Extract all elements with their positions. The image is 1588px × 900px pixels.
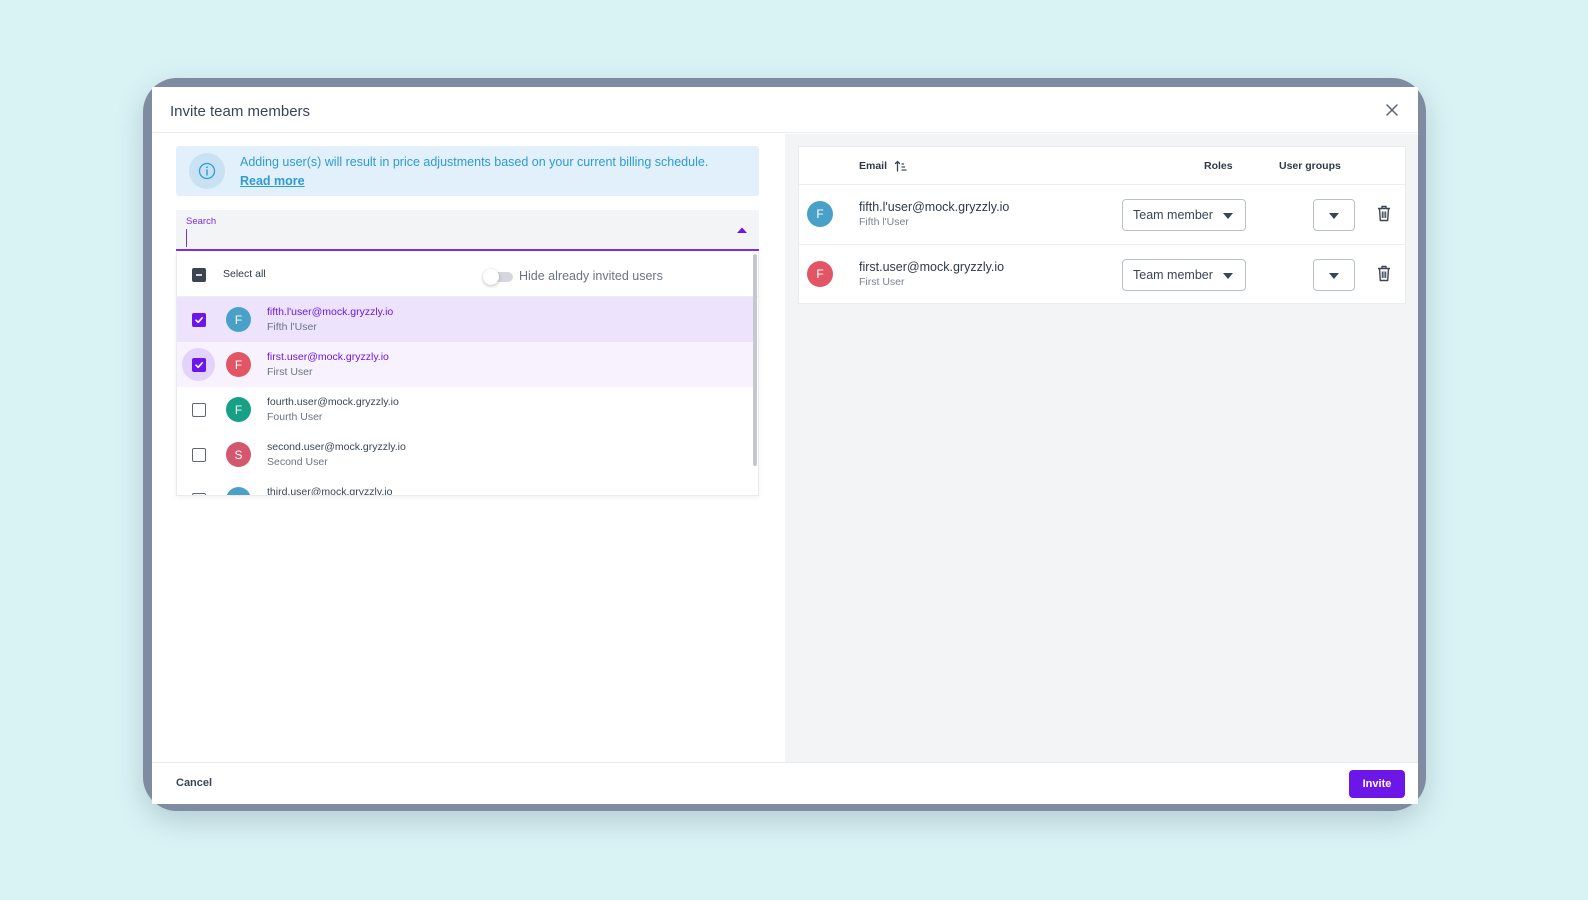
user-list-dropdown: Select all Hide already invited users F … bbox=[176, 252, 759, 496]
close-icon bbox=[1386, 104, 1398, 116]
trash-icon[interactable] bbox=[1377, 205, 1391, 222]
roles-column-header: Roles bbox=[1204, 160, 1233, 172]
dialog-header: Invite team members bbox=[152, 87, 1418, 133]
avatar: F bbox=[807, 201, 833, 227]
role-select[interactable]: Team member bbox=[1122, 199, 1246, 231]
user-checkbox[interactable] bbox=[192, 403, 206, 417]
chevron-up-icon[interactable] bbox=[735, 224, 749, 236]
user-name: Fourth User bbox=[267, 411, 323, 423]
user-email: fourth.user@mock.gryzzly.io bbox=[267, 396, 399, 408]
table-row: F fifth.l'user@mock.gryzzly.io Fifth l'U… bbox=[799, 185, 1405, 245]
user-email: fifth.l'user@mock.gryzzly.io bbox=[267, 306, 394, 318]
invite-dialog: Invite team members Adding user(s) will … bbox=[152, 87, 1418, 804]
user-name: Second User bbox=[267, 456, 328, 468]
user-checkbox[interactable] bbox=[192, 448, 206, 462]
user-checkbox[interactable] bbox=[192, 358, 206, 372]
list-scrollbar[interactable] bbox=[753, 254, 757, 466]
list-item[interactable]: F first.user@mock.gryzzly.io First User bbox=[177, 342, 754, 387]
invite-summary-pane: Email Roles User groups F fifth.l'user@m… bbox=[785, 134, 1418, 762]
user-name: First User bbox=[267, 366, 313, 378]
list-item[interactable]: F fifth.l'user@mock.gryzzly.io Fifth l'U… bbox=[177, 297, 754, 342]
invitee-name: Fifth l'User bbox=[859, 216, 909, 228]
avatar: F bbox=[807, 261, 833, 287]
user-groups-column-header: User groups bbox=[1279, 160, 1341, 172]
billing-info-banner: Adding user(s) will result in price adju… bbox=[176, 146, 759, 196]
user-group-select[interactable] bbox=[1313, 259, 1355, 291]
caret-down-icon bbox=[1329, 213, 1339, 219]
cancel-button[interactable]: Cancel bbox=[176, 777, 212, 789]
user-email: first.user@mock.gryzzly.io bbox=[267, 351, 389, 363]
hide-invited-label: Hide already invited users bbox=[519, 269, 663, 283]
avatar: F bbox=[226, 352, 251, 377]
role-select[interactable]: Team member bbox=[1122, 259, 1246, 291]
toggle-knob bbox=[483, 269, 499, 285]
search-field[interactable]: Search bbox=[176, 210, 759, 251]
list-item[interactable]: F fourth.user@mock.gryzzly.io Fourth Use… bbox=[177, 387, 754, 432]
list-item[interactable]: T third.user@mock.gryzzly.io bbox=[177, 477, 754, 496]
list-item[interactable]: S second.user@mock.gryzzly.io Second Use… bbox=[177, 432, 754, 477]
avatar: S bbox=[226, 442, 251, 467]
close-button[interactable] bbox=[1382, 100, 1402, 120]
sort-ascending-icon[interactable] bbox=[894, 159, 908, 173]
avatar: F bbox=[226, 307, 251, 332]
user-name: Fifth l'User bbox=[267, 321, 317, 333]
search-label: Search bbox=[186, 216, 217, 227]
hide-invited-toggle[interactable] bbox=[483, 269, 513, 285]
search-input[interactable] bbox=[186, 229, 706, 247]
user-group-select[interactable] bbox=[1313, 199, 1355, 231]
select-all-row: Select all Hide already invited users bbox=[177, 252, 758, 297]
select-all-checkbox[interactable] bbox=[192, 268, 206, 282]
invite-button[interactable]: Invite bbox=[1349, 770, 1405, 798]
user-email: third.user@mock.gryzzly.io bbox=[267, 486, 393, 496]
avatar: T bbox=[226, 487, 251, 495]
read-more-link[interactable]: Read more bbox=[240, 174, 305, 188]
invitees-table: Email Roles User groups F fifth.l'user@m… bbox=[798, 146, 1406, 304]
invitee-email: fifth.l'user@mock.gryzzly.io bbox=[859, 200, 1010, 214]
user-picker-pane: Adding user(s) will result in price adju… bbox=[152, 134, 785, 762]
table-header: Email Roles User groups bbox=[799, 147, 1405, 185]
role-value: Team member bbox=[1133, 208, 1213, 222]
caret-down-icon bbox=[1223, 273, 1233, 279]
user-checkbox[interactable] bbox=[192, 313, 206, 327]
avatar: F bbox=[226, 397, 251, 422]
caret-down-icon bbox=[1223, 213, 1233, 219]
email-column-header[interactable]: Email bbox=[859, 160, 887, 172]
role-value: Team member bbox=[1133, 268, 1213, 282]
billing-info-text: Adding user(s) will result in price adju… bbox=[240, 155, 709, 169]
invitee-email: first.user@mock.gryzzly.io bbox=[859, 260, 1005, 274]
invitee-name: First User bbox=[859, 276, 905, 288]
caret-down-icon bbox=[1329, 273, 1339, 279]
user-checkbox[interactable] bbox=[192, 493, 206, 495]
select-all-label: Select all bbox=[223, 268, 266, 280]
dialog-footer: Cancel Invite bbox=[152, 762, 1418, 804]
dialog-title: Invite team members bbox=[170, 103, 311, 120]
user-email: second.user@mock.gryzzly.io bbox=[267, 441, 406, 453]
table-row: F first.user@mock.gryzzly.io First User … bbox=[799, 245, 1405, 305]
info-icon bbox=[189, 153, 225, 189]
trash-icon[interactable] bbox=[1377, 265, 1391, 282]
